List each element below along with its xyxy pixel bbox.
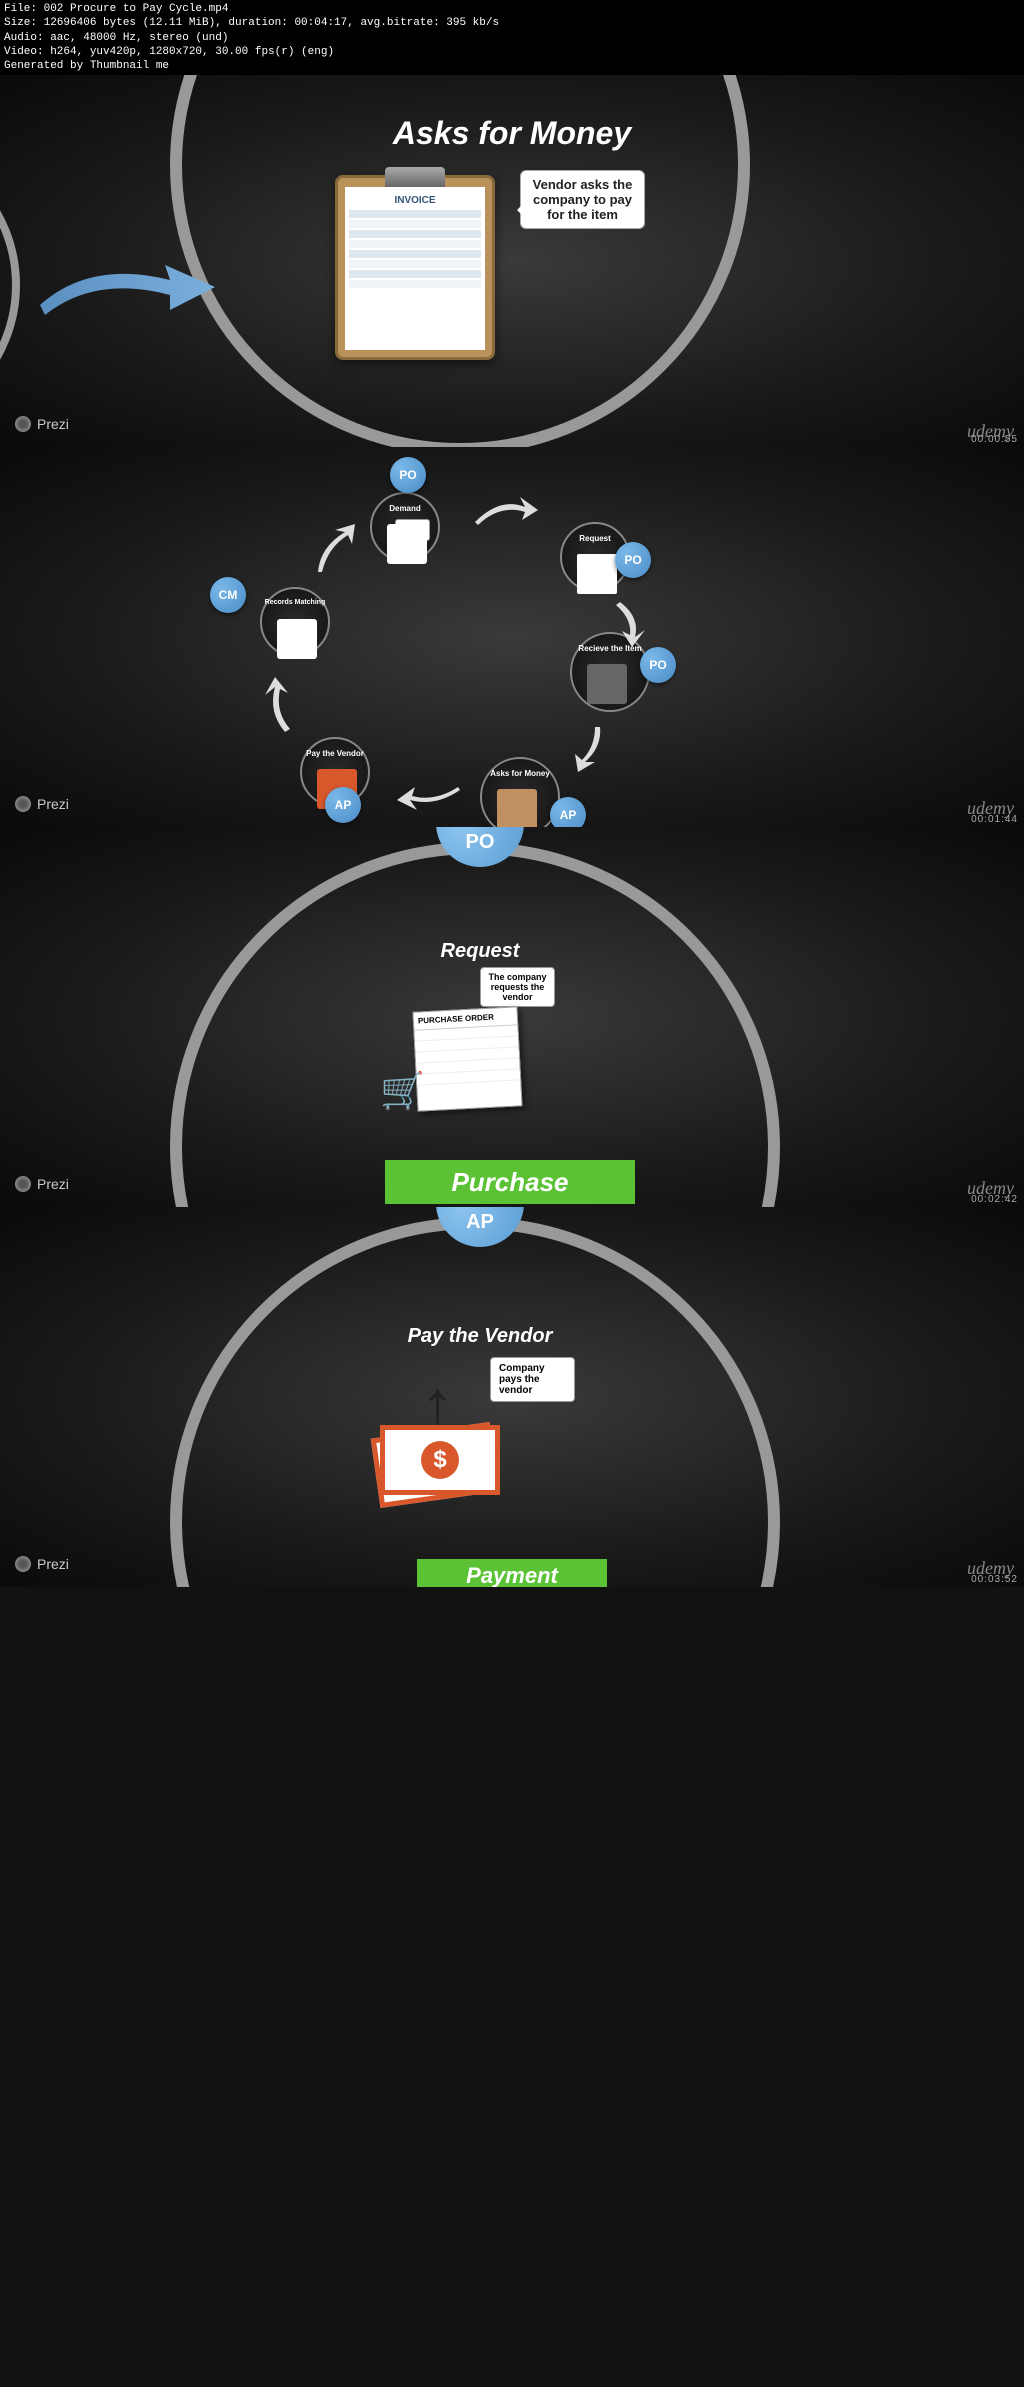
node-title: Records Matching xyxy=(265,599,326,606)
cycle-arrow-icon xyxy=(570,722,610,772)
invoice-line xyxy=(349,260,481,268)
badge-po: PO xyxy=(640,647,676,683)
thumbnail-frame-3: PO Request The company requests the vend… xyxy=(0,827,1024,1207)
prezi-logo: Prezi xyxy=(15,416,69,432)
invoice-line xyxy=(349,210,481,218)
prezi-logo: Prezi xyxy=(15,1176,69,1192)
slide-title: Pay the Vendor xyxy=(408,1325,553,1348)
video-metadata: File: 002 Procure to Pay Cycle.mp4 Size:… xyxy=(0,0,1024,75)
slide-title: Asks for Money xyxy=(393,115,631,152)
badge-cm: CM xyxy=(210,577,246,613)
meta-video: Video: h264, yuv420p, 1280x720, 30.00 fp… xyxy=(4,45,1020,59)
meta-audio: Audio: aac, 48000 Hz, stereo (und) xyxy=(4,31,1020,45)
callout-bubble: Company pays the vendor xyxy=(490,1357,575,1402)
dollar-sign-icon: $ xyxy=(421,1441,459,1479)
invoice-line xyxy=(349,230,481,238)
thumbnail-frame-1: Asks for Money INVOICE Vendor asks the c… xyxy=(0,75,1024,447)
badge-ap: AP xyxy=(325,787,361,823)
badge-po: PO xyxy=(390,457,426,493)
node-title: Asks for Money xyxy=(490,769,550,778)
elapsed-label: 00:01:44 xyxy=(971,814,1018,825)
invoice-line xyxy=(349,280,481,288)
elapsed-label: 00:02:42 xyxy=(971,1194,1018,1205)
meta-file: File: 002 Procure to Pay Cycle.mp4 xyxy=(4,2,1020,16)
money-graphic: ↑ $ xyxy=(380,1365,500,1495)
prezi-logo: Prezi xyxy=(15,796,69,812)
invoice-paper: INVOICE xyxy=(345,187,485,350)
invoice-line xyxy=(349,270,481,278)
invoice-icon xyxy=(497,789,537,827)
node-records: Records Matching xyxy=(260,587,330,657)
thumbnail-frame-2: Demand PO Request PO Recieve the Item PO… xyxy=(0,447,1024,827)
node-title: Request xyxy=(579,534,611,543)
bubble-tail xyxy=(509,202,525,218)
chart-icon xyxy=(277,619,317,659)
invoice-title: INVOICE xyxy=(349,195,481,206)
cycle-arrow-icon xyxy=(610,597,650,647)
cycle-arrow-icon xyxy=(395,782,465,817)
invoice-line xyxy=(349,240,481,248)
person-icon xyxy=(387,524,427,564)
badge-po: PO xyxy=(615,542,651,578)
invoice-line xyxy=(349,250,481,258)
node-demand: Demand xyxy=(370,492,440,562)
doc-icon xyxy=(577,554,617,594)
elapsed-label: 00:00:55 xyxy=(971,434,1018,445)
prezi-logo: Prezi xyxy=(15,1556,69,1572)
clipboard-clip xyxy=(385,167,445,187)
section-label: Payment xyxy=(417,1559,607,1587)
node-title: Pay the Vendor xyxy=(306,749,364,758)
invoice-clipboard: INVOICE xyxy=(335,175,495,360)
cycle-arrow-icon xyxy=(310,522,360,577)
po-paper: PURCHASE ORDER xyxy=(412,1007,522,1112)
meta-size: Size: 12696406 bytes (12.11 MiB), durati… xyxy=(4,16,1020,30)
purchase-order-doc: PURCHASE ORDER 🛒 xyxy=(380,997,520,1112)
node-asks: Asks for Money xyxy=(480,757,560,827)
badge-ap: AP xyxy=(550,797,586,827)
elapsed-label: 00:03:52 xyxy=(971,1574,1018,1585)
invoice-line xyxy=(349,220,481,228)
side-circle xyxy=(0,135,20,435)
node-title: Demand xyxy=(389,504,421,513)
box-icon xyxy=(587,664,627,704)
callout-text: Vendor asks the company to pay for the i… xyxy=(533,177,633,222)
cart-icon: 🛒 xyxy=(380,1070,425,1112)
section-label: Purchase xyxy=(385,1160,635,1204)
callout-bubble: Vendor asks the company to pay for the i… xyxy=(520,170,645,229)
cycle-arrow-icon xyxy=(260,677,300,737)
dollar-bill: $ xyxy=(380,1425,500,1495)
thumbnail-frame-4: AP Pay the Vendor Company pays the vendo… xyxy=(0,1207,1024,1587)
meta-gen: Generated by Thumbnail me xyxy=(4,59,1020,73)
cycle-arrow-icon xyxy=(470,492,540,532)
slide-title: Request xyxy=(441,940,520,963)
arrow-icon xyxy=(30,245,220,325)
